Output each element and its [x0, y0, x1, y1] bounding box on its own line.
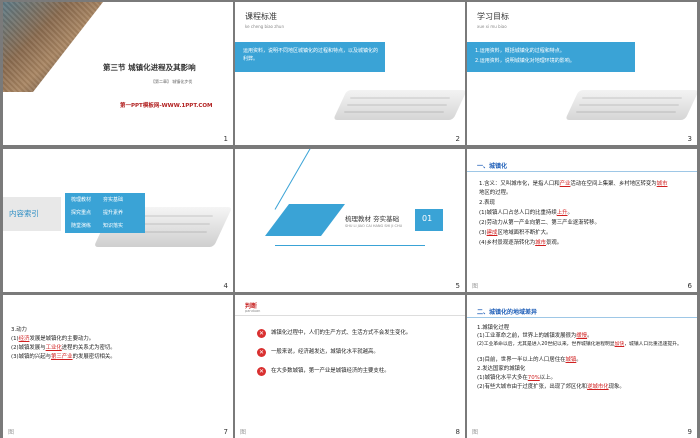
footer-symbol: 图	[8, 429, 15, 436]
menu-item-5[interactable]: 随堂演练	[71, 222, 91, 229]
city-photo-overlay	[3, 2, 103, 92]
slide-3[interactable]: 学习目标 xue xi mu biao 1.运用资料，概括城镇化的过程和特点。 …	[467, 2, 697, 145]
slide-1[interactable]: 第三节 城镇化进程及其影响 【第二章】 城镇化步伐 第一PPT模板网-WWW.1…	[3, 2, 233, 145]
menu-item-6[interactable]: 知识落实	[103, 222, 123, 229]
slide-subtitle: panduan	[245, 309, 261, 313]
menu-item-2[interactable]: 夯实基础	[103, 196, 123, 203]
slide-title: 课程标准	[245, 12, 277, 21]
text-line: (3)建成区地域面积不断扩大。	[479, 230, 552, 236]
answer-blank: 产业	[559, 181, 571, 187]
text-line: 1.城镇化过程	[477, 325, 510, 331]
baseline	[275, 245, 425, 246]
slide-number: 8	[455, 428, 460, 436]
footer-symbol: 图	[240, 429, 247, 436]
heading-underline	[467, 171, 697, 172]
text-line: (3)目前，世界一半以上的人口居住在城镇。	[477, 357, 582, 363]
site-label: 第一PPT模板网-WWW.1PPT.COM	[120, 103, 213, 109]
answer-blank: 城市	[535, 240, 546, 246]
wrong-icon: ✕	[257, 348, 266, 357]
judgement-1: 城镇化过程中，人们的生产方式、生活方式不会发生变化。	[271, 330, 412, 336]
slide-number: 9	[687, 428, 692, 436]
section-heading: 二、城镇化的地域差异	[477, 309, 538, 316]
footer-symbol: 图	[472, 283, 479, 290]
text-line: 1.含义：又叫城市化，是指人口和产业活动在空间上集聚、乡村地区转变为城市	[479, 181, 668, 187]
menu-item-4[interactable]: 提升素养	[103, 209, 123, 216]
text-line: (2)城镇发展与工业化进程的关系尤为密切。	[11, 345, 116, 351]
slide-subtitle: 【第二章】 城镇化步伐	[151, 79, 193, 84]
slide-number: 5	[455, 282, 460, 290]
key-row	[582, 97, 682, 99]
slide-number: 3	[687, 135, 692, 143]
section-heading: 一、城镇化	[477, 163, 508, 170]
wrong-icon: ✕	[257, 329, 266, 338]
slide-title: 学习目标	[477, 12, 509, 21]
judgement-2: 一般来说，经济越发达，城镇化水平就越高。	[271, 349, 379, 355]
answer-blank: 缓慢	[576, 333, 588, 339]
menu-item-3[interactable]: 探究重点	[71, 209, 91, 216]
slide-6[interactable]: 一、城镇化 1.含义：又叫城市化，是指人口和产业活动在空间上集聚、乡村地区转变为…	[467, 149, 697, 292]
answer-blank: 城镇	[565, 357, 577, 363]
wrong-icon: ✕	[257, 367, 266, 376]
title-underline	[235, 315, 465, 316]
key-row	[350, 97, 450, 99]
section-index: 01	[422, 214, 433, 223]
slide-number: 6	[687, 282, 692, 290]
slide-title: 内容索引	[9, 209, 39, 218]
key-row	[347, 104, 447, 106]
slide-subtitle: xue xi mu biao	[477, 24, 507, 29]
slide-2[interactable]: 课程标准 ke cheng biao zhun 运用资料，说明不同地区城镇化的过…	[235, 2, 465, 145]
text-line: (2)有些大城市由于过度扩张，出现了郊区化和逆城市化现象。	[477, 384, 625, 390]
answer-blank: 加快	[614, 342, 625, 347]
text-line: (1)经济发展是城镇化的主要动力。	[11, 336, 95, 342]
slide-4[interactable]: 内容索引 梳理教材 夯实基础 探究重点 提升素养 随堂演练 知识落实 4	[3, 149, 233, 292]
text-line: 3.动力	[11, 327, 27, 333]
text-line: (1)城镇人口占总人口的比重持续上升。	[479, 210, 573, 216]
text-line: 2.发达国家的城镇化	[477, 366, 526, 372]
slide-title: 第三节 城镇化进程及其影响	[103, 63, 196, 72]
banner-item-2: 2.运用资料，说明城镇化对地理环境的影响。	[475, 58, 575, 64]
menu-item-1[interactable]: 梳理教材	[71, 196, 91, 203]
key-row	[576, 111, 676, 113]
judgement-3: 在大多数城镇，第一产业是城镇经济的主要支柱。	[271, 368, 390, 374]
text-line: 2.表现	[479, 200, 495, 206]
slide-9[interactable]: 二、城镇化的地域差异 1.城镇化过程 (1)工业革命之前，世界上的城镇发展很为缓…	[467, 295, 697, 438]
slide-title: 梳理教材 夯实基础	[345, 215, 400, 223]
slide-grid: 第三节 城镇化进程及其影响 【第二章】 城镇化步伐 第一PPT模板网-WWW.1…	[0, 0, 700, 438]
text-line: (4)乡村景观逐渐转化为城市景观。	[479, 240, 563, 246]
key-row	[344, 111, 444, 113]
text-line: 地区的过程。	[479, 190, 512, 196]
slide-number: 2	[455, 135, 460, 143]
answer-blank: 经济	[18, 336, 30, 342]
slide-8[interactable]: 判断 panduan ✕ 城镇化过程中，人们的生产方式、生活方式不会发生变化。 …	[235, 295, 465, 438]
diagonal-band	[265, 204, 345, 236]
answer-blank: 建成	[486, 230, 498, 236]
slide-number: 1	[223, 135, 228, 143]
key-row	[579, 104, 679, 106]
text-line: (2)劳动力从第一产业向第二、第三产业逐渐转移。	[479, 220, 600, 226]
answer-blank: 工业化	[45, 345, 62, 351]
text-line: (1)工业革命之前，世界上的城镇发展很为缓慢。	[477, 333, 593, 339]
slide-subtitle: SHU LI JIAO CAI HANG SHI JI CHU	[345, 224, 403, 228]
banner-item-1: 1.运用资料，概括城镇化的过程和特点。	[475, 48, 565, 54]
heading-underline	[467, 317, 697, 318]
answer-blank: 上升	[556, 210, 568, 216]
answer-blank: 70%	[527, 375, 540, 381]
slide-number: 7	[223, 428, 228, 436]
slide-number: 4	[223, 282, 228, 290]
slide-7[interactable]: 3.动力 (1)经济发展是城镇化的主要动力。 (2)城镇发展与工业化进程的关系尤…	[3, 295, 233, 438]
diagonal-line	[274, 149, 316, 210]
text-line: (3)城镇的兴起与第三产业的发展密切相关。	[11, 354, 116, 360]
slide-subtitle: ke cheng biao zhun	[245, 24, 284, 29]
banner-text: 运用资料，说明不同地区城镇化的过程和特点，以及城镇化的利弊。	[243, 48, 379, 62]
text-line: (1)城镇化水平大多在70%以上。	[477, 375, 556, 381]
answer-blank: 城市	[656, 181, 668, 187]
answer-blank: 第三产业	[50, 354, 73, 360]
slide-5[interactable]: 梳理教材 夯实基础 SHU LI JIAO CAI HANG SHI JI CH…	[235, 149, 465, 292]
answer-blank: 逆城市化	[587, 384, 609, 390]
text-line: (2)工业革命以后，尤其是进入20世纪以来，世界城镇化进程明显加快，城镇人口比重…	[477, 342, 682, 347]
footer-symbol: 图	[472, 429, 479, 436]
